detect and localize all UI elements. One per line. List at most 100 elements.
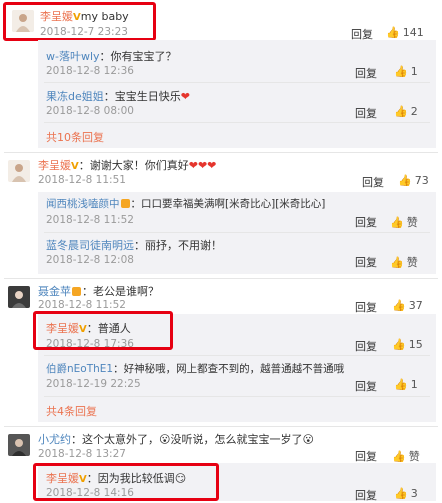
reply-line: 果冻de姐姐：宝宝生日快乐❤ <box>46 88 190 104</box>
vip-badge-icon <box>72 286 81 296</box>
reply-time: 2018-12-19 22:25 <box>46 378 141 390</box>
like-count: 2 <box>410 105 418 118</box>
thumbs-up-icon: 👍 <box>386 26 400 39</box>
divider <box>4 278 438 279</box>
more-replies-link[interactable]: 共10条回复 <box>46 129 104 145</box>
reply-time: 2018-12-8 12:36 <box>46 65 134 77</box>
reply-time: 2018-12-8 12:08 <box>46 254 134 266</box>
comment-header: 李呈媛V：谢谢大家！你们真好❤❤❤ <box>38 157 216 173</box>
thumbs-up-icon: 👍 <box>390 255 404 269</box>
avatar-image <box>8 286 30 308</box>
reply-button[interactable]: 回复 <box>355 105 377 121</box>
user-name[interactable]: 聂金苹 <box>38 285 71 298</box>
comment-time: 2018-12-8 11:52 <box>38 299 126 311</box>
reply-line: 闻西桃浅嗑颜中 ：口口要幸福美满啊[米奇比心][米奇比心] <box>46 196 325 211</box>
reply-button[interactable]: 回复 <box>362 174 384 190</box>
reply-line: 伯爵nEoThE1：好神秘哦，网上都查不到的，越普通越不普通哦 <box>46 361 344 376</box>
emoji-icon: 😮 <box>302 433 314 446</box>
like-button[interactable]: 👍 141 <box>386 26 424 39</box>
like-button[interactable]: 👍 2 <box>394 105 418 118</box>
reply-time: 2018-12-8 08:00 <box>46 105 134 117</box>
like-button[interactable]: 👍 3 <box>394 487 418 500</box>
avatar[interactable] <box>8 286 30 308</box>
highlight-box <box>33 311 173 350</box>
comment-text-continued: 没听说，怎么就宝宝一岁了 <box>170 433 303 446</box>
thumbs-up-icon: 👍 <box>394 105 408 118</box>
reply-button[interactable]: 回复 <box>355 65 377 81</box>
like-button[interactable]: 👍 1 <box>394 65 418 78</box>
comment-header: 小尤约：这个太意外了，😮没听说，怎么就宝宝一岁了😮 <box>38 431 314 447</box>
heart-icon: ❤❤❤ <box>188 159 217 172</box>
reply-text: ：你有宝宝了？ <box>99 50 177 63</box>
like-count: 37 <box>408 299 423 312</box>
reply-user-name[interactable]: 蓝冬晨司徒南明远 <box>46 239 134 252</box>
divider <box>44 396 430 397</box>
thumbs-up-icon: 👍 <box>398 174 412 187</box>
thumbs-up-icon: 👍 <box>392 299 406 312</box>
emoji-icon: 😮 <box>159 433 171 446</box>
like-button[interactable]: 👍 赞 <box>390 254 418 270</box>
reply-text: ：宝宝生日快乐 <box>103 90 181 103</box>
reply-button[interactable]: 回复 <box>355 254 377 270</box>
comment-text: ：谢谢大家！你们真好 <box>78 159 189 172</box>
comment-text: ：老公是谁啊？ <box>82 285 159 298</box>
thumbs-up-icon: 👍 <box>394 65 408 78</box>
avatar-image <box>8 160 30 182</box>
avatar-image <box>8 434 30 456</box>
like-count: 141 <box>402 26 424 39</box>
reply-button[interactable]: 回复 <box>355 214 377 230</box>
like-count: 赞 <box>406 256 418 269</box>
divider <box>4 152 438 153</box>
comment-time: 2018-12-8 13:27 <box>38 448 126 460</box>
divider <box>44 82 430 83</box>
like-button[interactable]: 👍 赞 <box>390 214 418 230</box>
comment-text: ：这个太意外了， <box>71 433 159 446</box>
divider <box>44 355 430 356</box>
reply-user-name[interactable]: 伯爵nEoThE1 <box>46 363 113 375</box>
like-button[interactable]: 👍 1 <box>394 378 418 391</box>
vip-badge-icon: V <box>71 161 79 172</box>
like-count: 赞 <box>408 450 420 463</box>
reply-user-name[interactable]: 果冻de姐姐 <box>46 90 104 103</box>
thumbs-up-icon: 👍 <box>394 487 408 500</box>
like-button[interactable]: 👍 37 <box>392 299 423 312</box>
reply-time: 2018-12-8 11:52 <box>46 214 134 226</box>
vip-badge-icon <box>120 198 130 208</box>
reply-button[interactable]: 回复 <box>355 378 377 394</box>
comment-header: 聂金苹 ：老公是谁啊？ <box>38 283 159 299</box>
like-count: 1 <box>410 378 418 391</box>
reply-button[interactable]: 回复 <box>355 338 377 354</box>
like-count: 赞 <box>406 216 418 229</box>
more-replies-link[interactable]: 共4条回复 <box>46 403 97 419</box>
thumbs-up-icon: 👍 <box>390 215 404 229</box>
like-count: 73 <box>414 174 429 187</box>
avatar[interactable] <box>8 434 30 456</box>
reply-text: ：口口要幸福美满啊[米奇比心][米奇比心] <box>130 198 326 210</box>
highlight-box <box>33 463 219 501</box>
reply-user-name[interactable]: w-落叶wly <box>46 50 100 63</box>
divider <box>44 122 430 123</box>
reply-text: ：好神秘哦，网上都查不到的，越普通越不普通哦 <box>113 363 345 375</box>
divider <box>44 232 430 233</box>
divider <box>4 426 438 427</box>
like-button[interactable]: 👍 73 <box>398 174 429 187</box>
user-name[interactable]: 小尤约 <box>38 433 71 446</box>
comment-time: 2018-12-8 11:51 <box>38 174 126 186</box>
heart-icon: ❤ <box>180 90 190 103</box>
highlight-box <box>3 2 156 41</box>
like-count: 15 <box>408 338 423 351</box>
thumbs-up-icon: 👍 <box>392 449 406 463</box>
reply-button[interactable]: 回复 <box>355 299 377 315</box>
like-count: 1 <box>410 65 418 78</box>
like-button[interactable]: 👍 15 <box>392 338 423 351</box>
thumbs-up-icon: 👍 <box>392 338 406 351</box>
thumbs-up-icon: 👍 <box>394 378 408 391</box>
reply-button[interactable]: 回复 <box>355 448 377 464</box>
reply-user-name[interactable]: 闻西桃浅嗑颜中 <box>46 198 120 210</box>
like-button[interactable]: 👍 赞 <box>392 448 420 464</box>
avatar[interactable] <box>8 160 30 182</box>
user-name[interactable]: 李呈媛 <box>38 159 71 172</box>
reply-line: w-落叶wly：你有宝宝了？ <box>46 48 177 64</box>
reply-line: 蓝冬晨司徒南明远：丽抒，不用谢！ <box>46 237 222 253</box>
reply-text: ：丽抒，不用谢！ <box>134 239 222 252</box>
